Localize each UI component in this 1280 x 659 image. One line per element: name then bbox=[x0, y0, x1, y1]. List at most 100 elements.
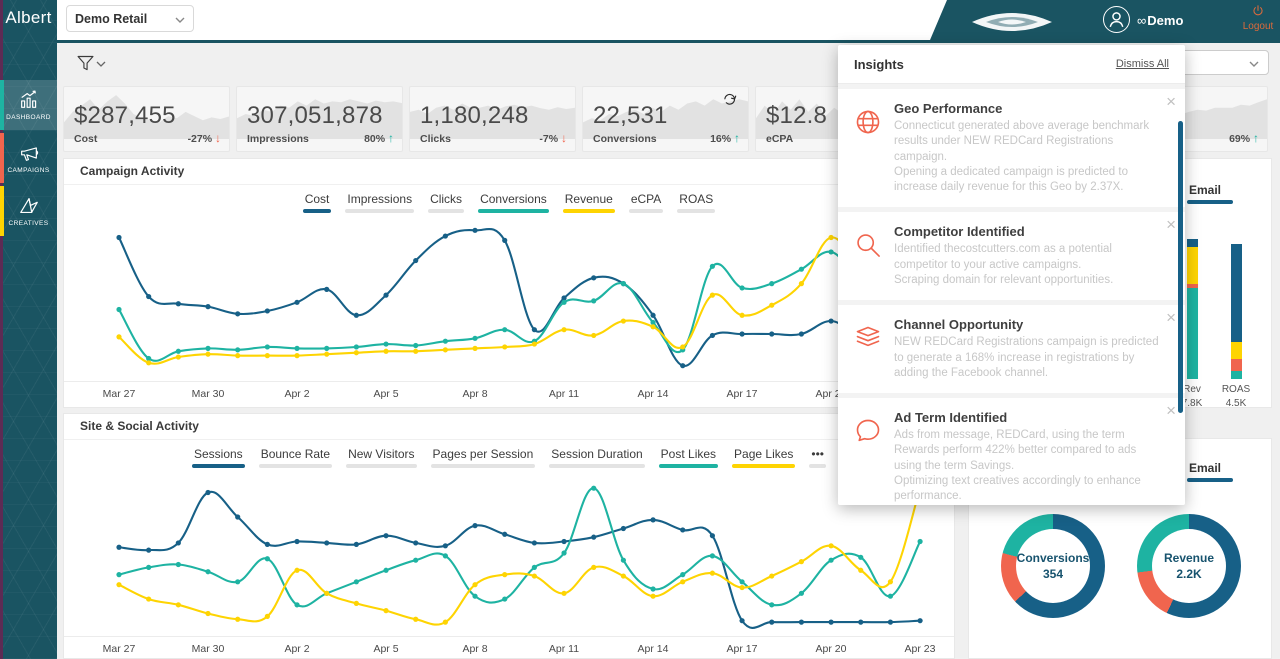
bar-segment bbox=[1231, 244, 1242, 342]
x-axis-label: Apr 11 bbox=[548, 643, 580, 655]
bar-segment bbox=[1187, 288, 1198, 379]
albert-logo: Albert bbox=[5, 8, 52, 27]
kpi-label: Clicks bbox=[420, 133, 451, 145]
tab-new-visitors[interactable]: New Visitors bbox=[346, 447, 417, 468]
tab-cost[interactable]: Cost bbox=[302, 192, 332, 213]
insight-item-ad-term-identified[interactable]: × Ad Term Identified Ads from message, RED… bbox=[838, 398, 1185, 505]
megaphone-icon bbox=[18, 142, 40, 164]
tab-clicks[interactable]: Clicks bbox=[428, 192, 465, 213]
sidebar-item-label: CREATIVES bbox=[8, 220, 49, 227]
albert-brain-logo[interactable] bbox=[970, 11, 1054, 31]
filter-button[interactable] bbox=[75, 50, 111, 76]
tab-more[interactable]: ••• bbox=[809, 447, 827, 468]
x-axis-label: Apr 17 bbox=[726, 388, 758, 400]
chevron-down-icon bbox=[1249, 54, 1259, 72]
kpi-change: -27% ↓ bbox=[187, 131, 221, 145]
tab-underline bbox=[658, 464, 719, 468]
tab-revenue[interactable]: Revenue bbox=[562, 192, 615, 213]
insight-body: NEW REDCard Registrations campaign is pr… bbox=[894, 336, 1159, 379]
chevron-down-icon bbox=[96, 54, 106, 72]
donut-value: 2.2K bbox=[1176, 567, 1202, 581]
stacked-bar-roas bbox=[1231, 244, 1242, 379]
sidebar-item-dashboard[interactable]: DASHBOARD bbox=[0, 80, 57, 130]
x-axis-label: Mar 30 bbox=[191, 643, 225, 655]
tab-label: Cost bbox=[304, 192, 330, 206]
tab-label: Pages per Session bbox=[432, 447, 534, 461]
user-avatar-icon[interactable] bbox=[1103, 6, 1130, 33]
donut-center: Conversions 354 bbox=[1016, 529, 1090, 603]
kpi-card-cost: $287,455 Cost -27% ↓ bbox=[63, 86, 230, 152]
series-page-likes bbox=[118, 487, 922, 626]
insight-title: Ad Term Identified bbox=[894, 410, 1008, 426]
tab-label: Revenue bbox=[564, 192, 613, 206]
chevron-down-icon bbox=[175, 10, 185, 28]
chart-icon bbox=[18, 89, 40, 111]
arrow-down-icon: ↓ bbox=[215, 131, 221, 145]
sidebar: Albert DASHBOARD CAMPAIGNS CREATIVES bbox=[0, 0, 57, 659]
x-axis-label: Apr 2 bbox=[284, 643, 310, 655]
tab-sessions[interactable]: Sessions bbox=[191, 447, 245, 468]
kpi-label: eCPA bbox=[766, 133, 794, 145]
sidebar-accent-creatives bbox=[0, 186, 4, 236]
account-selector[interactable]: Demo Retail bbox=[66, 5, 194, 32]
tab-underline bbox=[346, 464, 417, 468]
stacked-bar-rev bbox=[1187, 239, 1198, 379]
tab-pages-per-session[interactable]: Pages per Session bbox=[430, 447, 536, 468]
close-icon[interactable]: × bbox=[1166, 401, 1176, 421]
campaign-activity-chart bbox=[64, 216, 954, 381]
sidebar-accent-campaigns bbox=[0, 133, 4, 183]
insight-item-geo-performance[interactable]: × Geo Performance Connecticut generated ab… bbox=[838, 89, 1185, 208]
tab-page-likes[interactable]: Page Likes bbox=[732, 447, 796, 468]
tab-label: Sessions bbox=[193, 447, 243, 461]
tab-label: Conversions bbox=[480, 192, 547, 206]
tab-impressions[interactable]: Impressions bbox=[345, 192, 415, 213]
tab-conversions[interactable]: Conversions bbox=[478, 192, 549, 213]
bar-segment bbox=[1231, 342, 1242, 359]
site-social-title: Site & Social Activity bbox=[64, 414, 954, 440]
tab-label: Page Likes bbox=[734, 447, 794, 461]
insight-body: Ads from message, REDCard, using the ter… bbox=[894, 429, 1141, 503]
series-post-likes bbox=[118, 487, 922, 608]
tab-label: ••• bbox=[811, 447, 825, 461]
close-icon[interactable]: × bbox=[1166, 308, 1176, 328]
tab-label: Impressions bbox=[347, 192, 413, 206]
tab-email[interactable]: Email bbox=[1187, 461, 1233, 482]
tab-ecpa[interactable]: eCPA bbox=[628, 192, 664, 213]
close-icon[interactable]: × bbox=[1166, 215, 1176, 235]
insight-item-competitor-identified[interactable]: × Competitor Identified Identified thecost… bbox=[838, 212, 1185, 301]
insight-body: Identified thecostcutters.com as a poten… bbox=[894, 243, 1114, 286]
kpi-label: Conversions bbox=[593, 133, 657, 145]
arrow-down-icon: ↓ bbox=[561, 131, 567, 145]
tab-underline bbox=[191, 464, 245, 468]
tab-post-likes[interactable]: Post Likes bbox=[658, 447, 719, 468]
campaign-activity-tabs: Cost Impressions Clicks Conversions Revenue e… bbox=[64, 185, 954, 216]
bar-segment bbox=[1187, 247, 1198, 284]
tab-email[interactable]: Email bbox=[1187, 183, 1233, 204]
bar-segment bbox=[1231, 371, 1242, 379]
dismiss-all-link[interactable]: Dismiss All bbox=[1116, 58, 1169, 70]
x-axis-label: Mar 27 bbox=[102, 643, 136, 655]
close-icon[interactable]: × bbox=[1166, 92, 1176, 112]
sidebar-item-creatives[interactable]: CREATIVES bbox=[0, 186, 57, 236]
tab-roas[interactable]: ROAS bbox=[677, 192, 716, 213]
insight-item-channel-opportunity[interactable]: × Channel Opportunity NEW REDCard Registra… bbox=[838, 305, 1185, 394]
tab-email-underline bbox=[1187, 478, 1233, 482]
sidebar-item-campaigns[interactable]: CAMPAIGNS bbox=[0, 133, 57, 183]
tab-session-duration[interactable]: Session Duration bbox=[549, 447, 645, 468]
tab-label: Post Likes bbox=[660, 447, 717, 461]
tab-bounce-rate[interactable]: Bounce Rate bbox=[258, 447, 333, 468]
power-icon bbox=[1253, 5, 1263, 16]
insights-title: Insights bbox=[854, 56, 904, 72]
insights-scrollbar[interactable] bbox=[1178, 121, 1183, 413]
logout-button[interactable]: Logout bbox=[1235, 4, 1280, 32]
tab-underline bbox=[478, 209, 549, 213]
refresh-icon[interactable] bbox=[721, 91, 738, 108]
x-axis-label: Apr 20 bbox=[815, 643, 847, 655]
tab-email-underline bbox=[1187, 200, 1233, 204]
account-selector-value: Demo Retail bbox=[75, 11, 148, 26]
campaign-activity-title: Campaign Activity bbox=[64, 159, 954, 185]
tab-underline bbox=[562, 209, 615, 213]
x-axis-label: Mar 27 bbox=[102, 388, 136, 400]
x-axis-label: Mar 30 bbox=[191, 388, 225, 400]
layers-icon bbox=[854, 324, 882, 352]
